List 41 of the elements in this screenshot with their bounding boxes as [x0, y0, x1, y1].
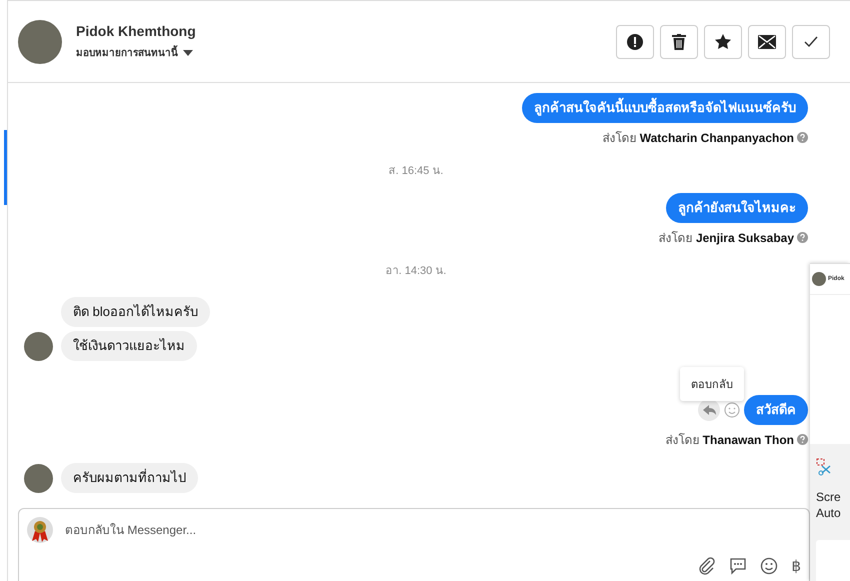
profile-photo-placeholder	[18, 20, 62, 64]
tooltip: ตอบกลับ	[680, 367, 744, 401]
exclamation-icon	[627, 34, 643, 50]
scissors-icon	[816, 458, 832, 476]
notification-title: Scre	[816, 490, 842, 504]
received-message: ครับผมตามที่ถามไป	[61, 463, 198, 493]
emoji-icon[interactable]	[760, 557, 778, 575]
chat-icon[interactable]	[729, 557, 748, 575]
badge-avatar-icon	[27, 517, 53, 543]
notification-text: Auto	[816, 506, 842, 520]
star-button[interactable]	[704, 24, 742, 58]
help-icon[interactable]	[797, 132, 808, 143]
reply-icon[interactable]	[698, 399, 720, 421]
timestamp: อา. 14:30 น.	[384, 264, 448, 279]
trash-icon	[672, 34, 686, 50]
report-button[interactable]	[616, 24, 654, 58]
sent-message: สวัสดีค	[744, 395, 808, 425]
avatar-placeholder	[24, 332, 53, 360]
caret-icon	[183, 50, 193, 56]
envelope-icon	[758, 34, 776, 48]
received-message: ติด bloออกได้ไหมครับ	[61, 297, 210, 327]
mail-button[interactable]	[748, 24, 786, 58]
sender-label: ส่งโดย Watcharin Chanpanyachon	[602, 130, 794, 147]
delete-button[interactable]	[660, 24, 698, 58]
star-icon	[715, 34, 731, 50]
help-icon[interactable]	[797, 232, 808, 243]
sent-message: ลูกค้ายังสนใจไหมคะ	[666, 193, 808, 223]
received-message: ใช้เงินดาวแยอะไหม	[61, 331, 197, 361]
sender-label: ส่งโดย Jenjira Suksabay	[658, 230, 794, 247]
done-button[interactable]	[792, 24, 830, 58]
timestamp: ส. 16:45 น.	[388, 164, 444, 179]
assign-dropdown[interactable]: มอบหมายการสนทนานี้	[76, 45, 193, 60]
sent-message: ลูกค้าสนใจคันนี้แบบซื้อสดหรือจัดไฟแนนซ์ครับ	[522, 93, 808, 123]
help-icon[interactable]	[797, 434, 808, 445]
avatar-placeholder	[812, 272, 826, 286]
check-icon	[804, 36, 818, 48]
paperclip-icon[interactable]	[698, 557, 716, 575]
payment-button[interactable]: ฿	[791, 557, 801, 575]
contact-name: Pidok Khemthong	[76, 23, 197, 39]
sender-label: ส่งโดย Thanawan Thon	[665, 432, 794, 449]
avatar-placeholder	[24, 464, 53, 492]
